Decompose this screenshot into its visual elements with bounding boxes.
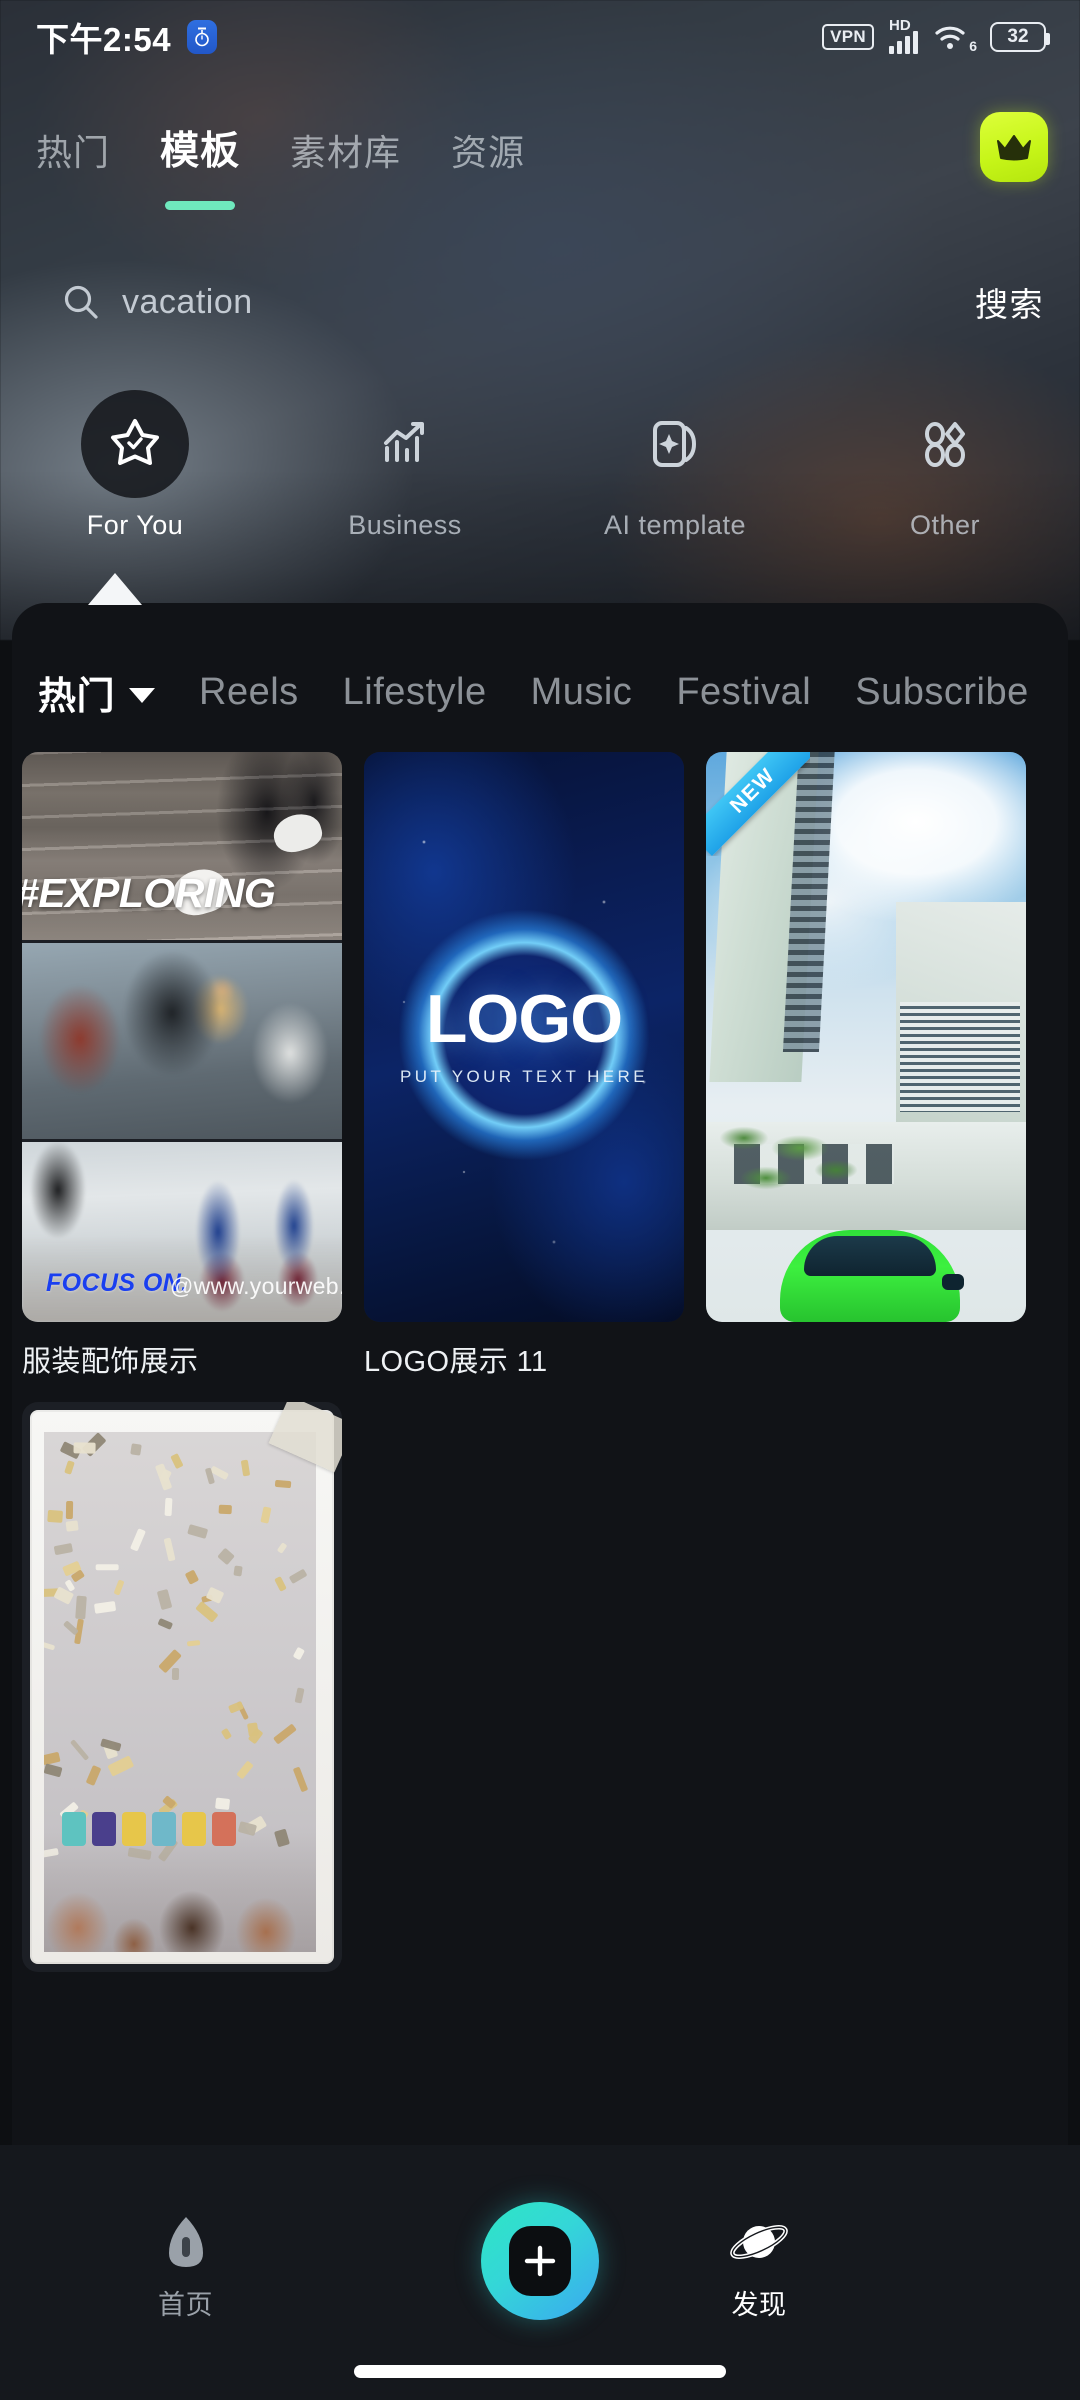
status-bar: 下午2:54 VPN HD 6 32 [0,0,1080,74]
template-grid: #EXPLORING FOCUS ON. @www.yourweb.com 服装… [12,720,1068,1988]
status-bar-left: 下午2:54 [36,13,218,61]
template-card[interactable]: #EXPLORING FOCUS ON. @www.yourweb.com 服装… [22,752,342,1380]
nav-discover[interactable]: 发现 [728,2215,790,2322]
template-thumbnail[interactable]: #EXPLORING FOCUS ON. @www.yourweb.com [22,752,342,1322]
bottom-nav-bar: 首页 发现 [0,2145,1080,2400]
status-bar-right: VPN HD 6 32 [822,17,1050,54]
plus-icon [509,2226,571,2296]
pro-crown-button[interactable] [980,112,1048,182]
template-watermark: @www.yourweb.com [170,1273,342,1299]
search-button[interactable]: 搜索 [975,278,1044,326]
subtab-hot-label: 热门 [38,676,116,718]
template-sheet: 热门 Reels Lifestyle Music Festival Subscr… [12,603,1068,2163]
tab-resources[interactable]: 资源 [451,118,525,176]
search-input[interactable]: vacation [62,283,975,322]
collage-segment-middle [22,943,342,1139]
nav-home[interactable]: 首页 [158,2215,213,2322]
sub-tab-bar: 热门 Reels Lifestyle Music Festival Subscr… [12,603,1068,720]
ai-card-sparkle-icon [621,390,729,498]
category-ai-template[interactable]: AI template [540,390,810,570]
category-for-you[interactable]: For You [0,390,270,570]
status-time: 下午2:54 [36,21,172,58]
nav-home-label: 首页 [158,2290,213,2320]
four-shapes-icon [891,390,999,498]
template-overlay-text: #EXPLORING [22,870,276,916]
chevron-down-icon [129,688,156,703]
template-corner-text: FOCUS ON. [46,1269,189,1297]
home-indicator[interactable] [354,2365,726,2378]
hd-label: HD [889,17,911,34]
polaroid-photo [44,1432,316,1952]
building-right [896,902,1026,1152]
tab-templates-label: 模板 [160,130,241,173]
tab-asset-library[interactable]: 素材库 [290,118,401,176]
wifi-generation-label: 6 [969,38,977,54]
template-card-title: 服装配饰展示 [22,1346,199,1378]
subtab-reels[interactable]: Reels [199,671,299,714]
template-sub-text: PUT YOUR TEXT HERE [400,1067,648,1086]
search-icon [64,285,98,319]
cellular-signal-icon: HD [889,17,918,54]
template-card[interactable]: NEW [706,752,1026,1380]
wifi-icon: 6 [933,20,977,54]
signal-bars [889,31,918,54]
template-thumbnail[interactable] [22,1402,342,1972]
create-button[interactable] [481,2202,599,2320]
sheet-pointer-triangle [88,573,142,605]
crown-icon [997,135,1031,161]
template-thumbnail[interactable]: LOGO PUT YOUR TEXT HERE [364,752,684,1322]
star-badge-icon [81,390,189,498]
category-row: For You Business AI template Other [0,390,1080,570]
home-icon [168,2217,203,2267]
app-root: 下午2:54 VPN HD 6 32 热门 模板 素材库 资源 vacation… [0,0,1080,2400]
search-placeholder: vacation [122,282,253,321]
template-thumbnail[interactable]: NEW [706,752,1026,1322]
template-card[interactable]: LOGO PUT YOUR TEXT HERE LOGO展示 11 [364,752,684,1380]
party-people [44,1832,316,1952]
subtab-festival[interactable]: Festival [676,671,811,714]
palm-trees [714,1118,864,1204]
template-card-title: LOGO展示 11 [364,1346,548,1378]
subtab-lifestyle[interactable]: Lifestyle [343,671,487,714]
category-for-you-label: For You [86,510,184,540]
template-card[interactable] [22,1402,342,1988]
vpn-indicator: VPN [822,23,874,51]
top-tab-bar: 热门 模板 素材库 资源 [0,118,1080,228]
subtab-subscribe[interactable]: Subscribe [855,671,1028,714]
trend-chart-icon [351,390,459,498]
subtab-hot[interactable]: 热门 [38,665,156,720]
subtab-music[interactable]: Music [531,671,633,714]
nav-discover-label: 发现 [731,2290,787,2320]
category-other[interactable]: Other [810,390,1080,570]
new-badge: NEW [706,752,810,856]
category-other-label: Other [909,510,981,540]
new-badge-label: NEW [706,752,810,856]
green-car [780,1230,964,1322]
happy-letters [62,1812,236,1846]
tab-templates[interactable]: 模板 [160,118,241,210]
battery-icon: 32 [990,22,1050,52]
category-ai-template-label: AI template [603,510,747,540]
template-overlay-text: LOGO [425,981,623,1057]
tab-hot[interactable]: 热门 [36,118,110,176]
search-bar: vacation 搜索 [0,262,1080,342]
active-tab-indicator [165,201,236,210]
planet-icon [730,2225,788,2259]
battery-level-label: 32 [1007,26,1029,47]
category-business-label: Business [348,510,462,540]
stopwatch-icon [187,20,218,54]
category-business[interactable]: Business [270,390,540,570]
